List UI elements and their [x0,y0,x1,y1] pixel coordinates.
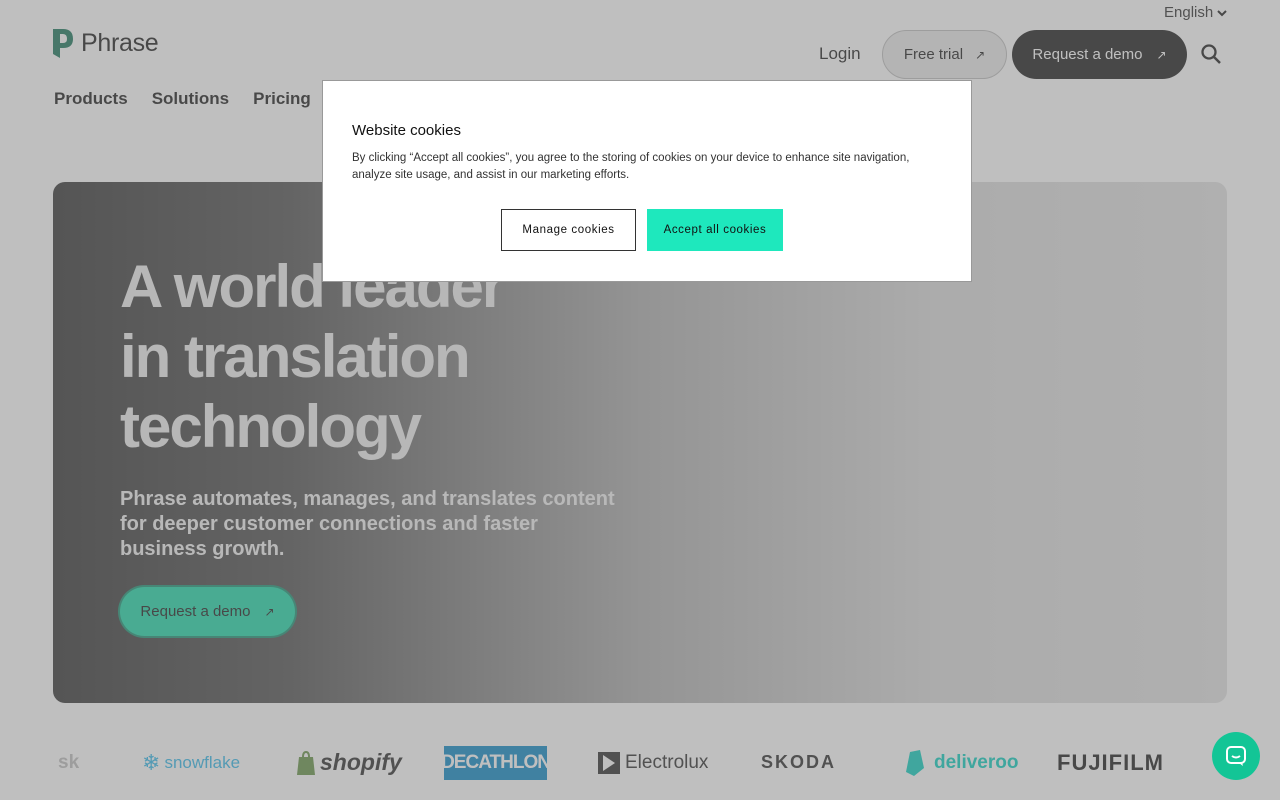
chat-icon [1226,746,1246,766]
cookie-text-line: analyze site usage, and assist in our ma… [352,169,630,181]
manage-cookies-button[interactable]: Manage cookies [501,209,636,251]
cookie-consent-dialog: Website cookies By clicking “Accept all … [322,80,972,282]
cookie-dialog-title: Website cookies [352,122,461,139]
cookie-dialog-text: By clicking “Accept all cookies”, you ag… [352,150,952,184]
chat-launcher-button[interactable] [1212,732,1260,780]
accept-all-cookies-button[interactable]: Accept all cookies [647,209,783,251]
cookie-text-line: By clicking “Accept all cookies”, you ag… [352,152,910,164]
